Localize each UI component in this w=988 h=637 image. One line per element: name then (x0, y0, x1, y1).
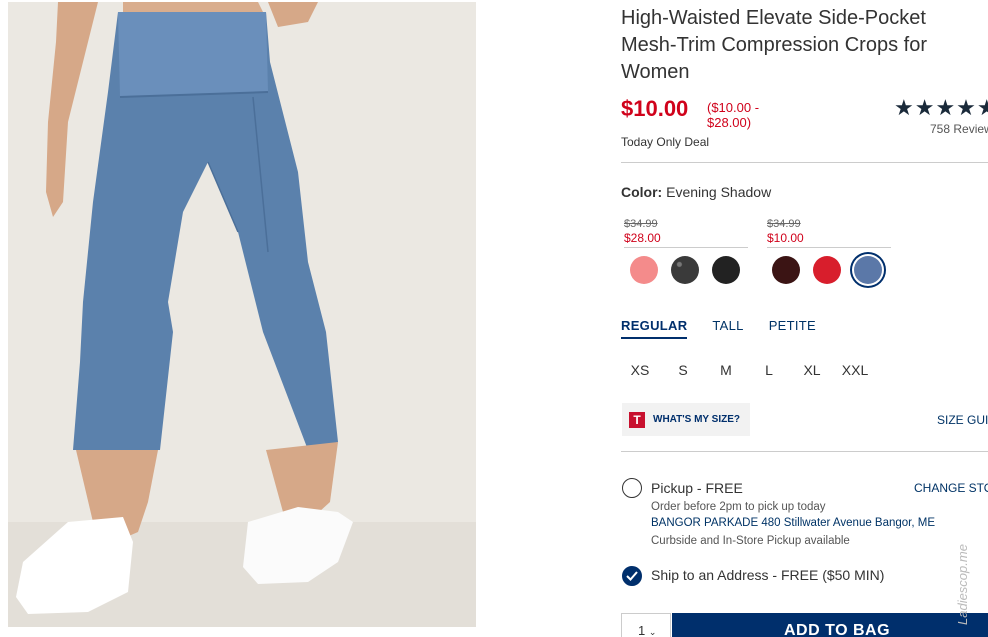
pickup-label: Pickup - FREE (651, 480, 743, 496)
size-xs[interactable]: XS (622, 362, 658, 378)
price-group-2: $34.99 $10.00 (767, 217, 891, 248)
size-s[interactable]: S (665, 362, 701, 378)
ship-label: Ship to an Address - FREE ($50 MIN) (651, 567, 885, 583)
product-details: High-Waisted Elevate Side-Pocket Mesh-Tr… (621, 0, 988, 637)
swatch-heather-black[interactable] (671, 256, 699, 284)
size-xxl[interactable]: XXL (837, 362, 873, 378)
divider (621, 162, 988, 163)
swatch-dark-brown[interactable] (772, 256, 800, 284)
swatch-evening-shadow[interactable] (854, 256, 882, 284)
check-icon (626, 571, 638, 581)
quantity-value: 1 (638, 623, 646, 637)
price-range: ($10.00 - $28.00) (707, 100, 760, 130)
quantity-select[interactable]: 1 ⌄ (621, 613, 671, 637)
fit-tabs: REGULAR TALL PETITE (621, 318, 816, 339)
color-value: Evening Shadow (666, 184, 772, 200)
ship-radio[interactable] (622, 566, 642, 586)
divider (621, 451, 988, 452)
review-count-link[interactable]: 758 Reviews (930, 122, 988, 136)
group-sale-price: $28.00 (624, 231, 661, 245)
watermark: Ladiescop.me (955, 544, 970, 625)
size-l[interactable]: L (751, 362, 787, 378)
whats-my-size-label: WHAT'S MY SIZE? (653, 414, 741, 425)
deal-label: Today Only Deal (621, 135, 710, 149)
rating-stars-icon[interactable]: ★★★★★ (894, 95, 988, 121)
size-guide-link[interactable]: SIZE GUIDE (937, 413, 988, 427)
add-to-bag-button[interactable]: ADD TO BAG (672, 613, 988, 637)
group-sale-price: $10.00 (767, 231, 804, 245)
size-m[interactable]: M (708, 362, 744, 378)
store-link[interactable]: BANGOR PARKADE 480 Stillwater Avenue Ban… (651, 517, 935, 529)
swatch-pink[interactable] (630, 256, 658, 284)
size-xl[interactable]: XL (794, 362, 830, 378)
price-group-1: $34.99 $28.00 (624, 217, 748, 248)
change-store-link[interactable]: CHANGE STORE (914, 481, 988, 495)
tab-petite[interactable]: PETITE (769, 318, 816, 339)
product-image (8, 2, 476, 627)
swatch-black[interactable] (712, 256, 740, 284)
original-price: $34.99 (767, 218, 801, 230)
curbside-info: Curbside and In-Store Pickup available (651, 535, 850, 547)
swatch-red[interactable] (813, 256, 841, 284)
product-title: High-Waisted Elevate Side-Pocket Mesh-Tr… (621, 7, 927, 83)
sale-price: $10.00 (621, 96, 689, 121)
color-selection: Color: Evening Shadow (621, 184, 771, 200)
tab-tall[interactable]: TALL (712, 318, 743, 339)
tab-regular[interactable]: REGULAR (621, 318, 688, 339)
whats-my-size-button[interactable]: T WHAT'S MY SIZE? (622, 403, 750, 436)
pickup-radio[interactable] (622, 478, 642, 498)
pickup-info: Order before 2pm to pick up today (651, 501, 826, 513)
color-label: Color: (621, 184, 663, 200)
true-fit-icon: T (629, 411, 645, 428)
original-price: $34.99 (624, 218, 658, 230)
chevron-down-icon: ⌄ (648, 627, 657, 637)
